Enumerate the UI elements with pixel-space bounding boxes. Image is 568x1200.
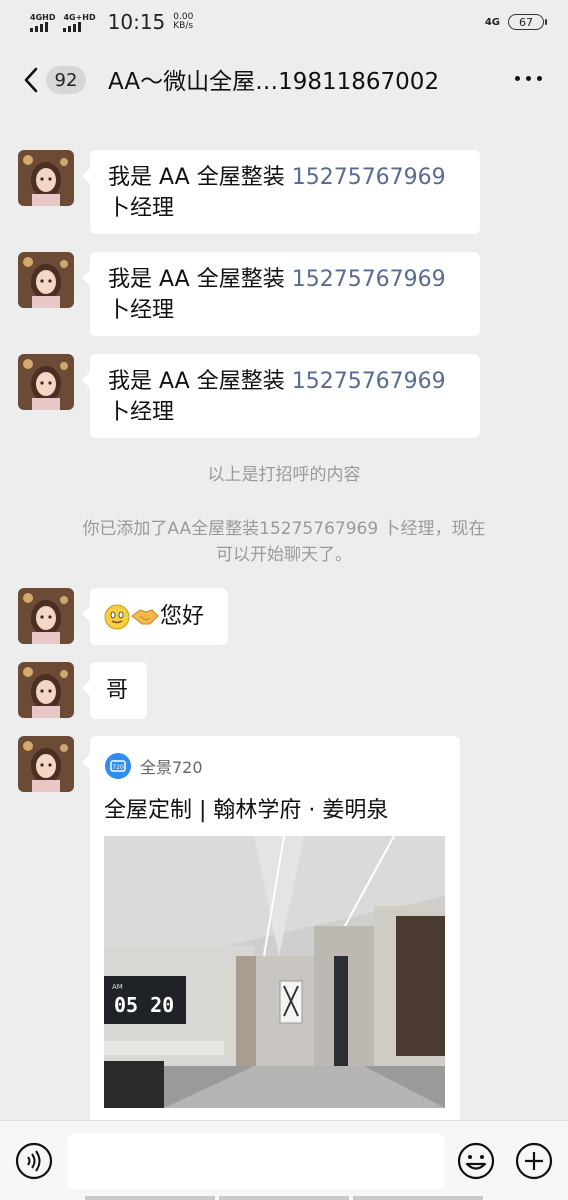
avatar[interactable] <box>18 150 74 206</box>
message-text: 我是 AA 全屋整装 <box>108 165 292 190</box>
phone-link[interactable]: 15275767969 <box>292 369 446 394</box>
phone-link[interactable]: 15275767969 <box>292 165 446 190</box>
network-speed: 0.00 KB/s <box>173 13 193 31</box>
input-bar <box>0 1120 568 1200</box>
card-thumbnail: AM 05 20 <box>104 836 445 1108</box>
avatar[interactable] <box>18 736 74 792</box>
message-text: 卜经理 <box>108 400 175 425</box>
message-bubble[interactable]: 我是 AA 全屋整装 15275767969 卜经理 <box>82 354 480 438</box>
emoji-icon[interactable] <box>456 1141 496 1181</box>
logo-text: 720 <box>112 764 124 771</box>
message-text: 哥 <box>106 678 129 703</box>
avatar[interactable] <box>18 588 74 644</box>
message-bubble[interactable]: 您好 <box>82 588 228 645</box>
message-text: 我是 AA 全屋整装 <box>108 267 292 292</box>
system-note-line: 可以开始聊天了。 <box>216 545 352 565</box>
speed-unit: KB/s <box>173 21 194 31</box>
system-note: 以上是打招呼的内容 <box>207 465 361 485</box>
message-text: 卜经理 <box>108 298 175 323</box>
chevron-left-icon[interactable] <box>22 66 40 94</box>
battery-level: 67 <box>519 15 533 29</box>
smile-emoji-icon <box>104 604 130 629</box>
phone-link[interactable]: 15275767969 <box>292 267 446 292</box>
chat-title: AA～微山全屋…19811867002 <box>108 69 440 95</box>
clock: 10:15 <box>107 10 166 34</box>
clock-display: 05 20 <box>114 993 174 1017</box>
card-source-name: 全景720 <box>140 758 203 777</box>
link-card[interactable]: 720 全景720 全屋定制 | 翰林学府 · 姜明泉 AM 05 20 <box>82 736 460 1136</box>
avatar[interactable] <box>18 354 74 410</box>
nav-hint-bar <box>0 1196 568 1200</box>
message-input[interactable] <box>68 1133 444 1189</box>
message-text: 卜经理 <box>108 196 175 221</box>
panorama-logo-icon: 720 <box>105 753 131 779</box>
system-note-line: 你已添加了AA全屋整装15275767969 卜经理，现在 <box>82 519 486 539</box>
system-note-added: 你已添加了AA全屋整装15275767969 卜经理，现在 可以开始聊天了。 <box>0 516 568 568</box>
signal-sim2: 4G+HD <box>63 12 96 32</box>
clock-am-label: AM <box>112 983 123 991</box>
status-bar: 4GHD 4G+HD 10:15 0.00 KB/s 4G 67 <box>0 0 568 44</box>
handshake-emoji-icon <box>131 608 159 624</box>
signal-bars-icon <box>63 21 82 32</box>
battery-icon: 67 <box>508 14 547 30</box>
plus-icon[interactable] <box>514 1141 554 1181</box>
voice-icon[interactable] <box>14 1141 54 1181</box>
signal-sim1: 4GHD <box>30 13 55 32</box>
message-bubble[interactable]: 我是 AA 全屋整装 15275767969 卜经理 <box>82 252 480 336</box>
message-text: 您好 <box>160 604 205 629</box>
message-bubble[interactable]: 我是 AA 全屋整装 15275767969 卜经理 <box>82 150 480 234</box>
network-type: 4G <box>484 16 500 28</box>
card-source: 720 全景720 <box>104 752 203 780</box>
signal-bars-icon <box>30 21 48 32</box>
message-text: 我是 AA 全屋整装 <box>108 369 292 394</box>
sim2-label: 4G+HD <box>63 12 96 22</box>
message-bubble[interactable]: 哥 <box>82 662 147 719</box>
sim1-label: 4GHD <box>30 12 56 22</box>
chat-header: 92 AA～微山全屋…19811867002 <box>0 44 568 116</box>
more-dots-icon[interactable] <box>515 76 542 81</box>
avatar[interactable] <box>18 662 74 718</box>
avatar[interactable] <box>18 252 74 308</box>
card-title: 全屋定制 | 翰林学府 · 姜明泉 <box>104 798 389 823</box>
unread-count-badge[interactable]: 92 <box>46 66 86 94</box>
